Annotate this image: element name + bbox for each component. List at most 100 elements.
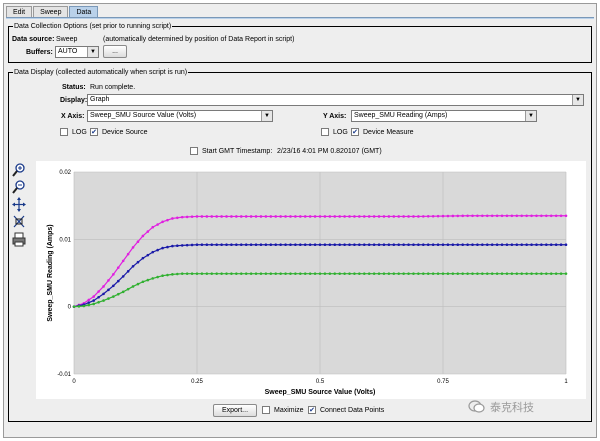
data-point [195, 272, 199, 275]
data-point [126, 287, 130, 291]
y-log-checkbox[interactable] [321, 128, 329, 136]
x-tick-label: 0.25 [191, 379, 203, 385]
data-point [254, 243, 258, 247]
data-point [358, 243, 361, 247]
x-axis-select-value: Sweep_SMU Source Value (Volts) [90, 112, 197, 119]
x-log-checkbox[interactable] [60, 128, 68, 136]
data-point [308, 215, 312, 218]
data-point [131, 264, 135, 268]
display-select-value: Graph [90, 96, 110, 103]
pan-icon[interactable] [12, 197, 26, 212]
data-point [107, 288, 110, 292]
data-point [540, 272, 543, 275]
device-source-label: Device Source [102, 129, 148, 136]
data-point [461, 243, 464, 247]
device-measure-checkbox[interactable] [351, 128, 359, 136]
fit-icon[interactable] [12, 214, 26, 229]
x-tick-label: 1 [564, 379, 568, 385]
data-point [244, 215, 248, 218]
buffers-options-button[interactable]: ... [103, 45, 127, 58]
data-point [559, 272, 563, 275]
connect-points-checkbox[interactable] [308, 406, 316, 414]
data-point [377, 215, 381, 218]
data-point [185, 243, 189, 247]
data-point [235, 243, 238, 247]
export-button[interactable]: Export... [213, 404, 257, 417]
data-point [121, 290, 125, 294]
display-select[interactable]: Graph ▼ [87, 94, 584, 106]
data-point [156, 248, 159, 252]
data-point [490, 272, 494, 275]
buffers-select[interactable]: AUTO ▼ [55, 46, 99, 58]
data-point [407, 215, 410, 218]
data-source-value: Sweep [56, 36, 78, 43]
data-point [471, 243, 474, 247]
data-point [564, 243, 568, 247]
data-point [215, 272, 218, 275]
watermark: 泰克科技 [468, 397, 588, 417]
data-point [431, 272, 435, 275]
data-point [490, 243, 494, 247]
device-source-checkbox[interactable] [90, 128, 98, 136]
connect-points-label: Connect Data Points [320, 407, 385, 414]
data-point [225, 272, 228, 275]
y-axis-select[interactable]: Sweep_SMU Reading (Amps) ▼ [351, 110, 537, 122]
data-point [328, 272, 332, 275]
data-point [495, 272, 499, 275]
data-point [422, 215, 425, 218]
data-point [500, 214, 504, 218]
data-point [417, 272, 420, 275]
data-point [239, 243, 243, 247]
data-point [495, 214, 499, 218]
data-point [235, 272, 238, 275]
data-point [353, 215, 356, 218]
data-point [200, 215, 204, 218]
data-point [190, 215, 194, 218]
data-point [77, 305, 81, 308]
print-icon[interactable] [12, 232, 26, 247]
timestamp-checkbox[interactable] [190, 147, 198, 155]
data-point [303, 272, 307, 275]
data-display-title: Data Display (collected automatically wh… [13, 68, 189, 77]
y-axis-select-value: Sweep_SMU Reading (Amps) [354, 112, 448, 119]
data-point [451, 214, 455, 218]
zoom-in-icon[interactable] [12, 163, 26, 178]
data-point [136, 260, 140, 264]
x-axis-select[interactable]: Sweep_SMU Source Value (Volts) ▼ [87, 110, 273, 122]
maximize-checkbox[interactable] [262, 406, 270, 414]
data-point [107, 279, 110, 282]
data-point [171, 244, 174, 248]
data-point [294, 215, 297, 218]
data-point [200, 243, 204, 247]
chevron-down-icon: ▼ [525, 111, 536, 121]
data-point [348, 243, 351, 247]
data-point [294, 272, 297, 275]
data-point [348, 272, 351, 275]
data-point [377, 243, 381, 247]
data-point [230, 272, 233, 275]
data-point [426, 272, 430, 275]
data-point [417, 243, 420, 247]
data-point [289, 215, 292, 218]
data-point [387, 272, 391, 275]
data-point [397, 215, 401, 218]
data-point [520, 272, 524, 275]
data-point [249, 272, 253, 275]
data-point [549, 243, 553, 247]
data-point [362, 215, 366, 218]
zoom-out-icon[interactable] [12, 180, 26, 195]
data-point [141, 280, 145, 284]
data-point [392, 243, 396, 247]
data-point [254, 215, 258, 218]
data-point [549, 214, 553, 218]
status-value: Run complete. [90, 84, 136, 91]
data-point [500, 243, 504, 247]
data-point [244, 272, 248, 275]
data-point [466, 214, 469, 218]
data-point [387, 215, 391, 218]
data-point [284, 215, 287, 218]
data-point [166, 245, 169, 249]
data-source-note: (automatically determined by position of… [103, 36, 295, 43]
data-point [112, 273, 115, 276]
y-tick-label: 0 [68, 305, 72, 311]
